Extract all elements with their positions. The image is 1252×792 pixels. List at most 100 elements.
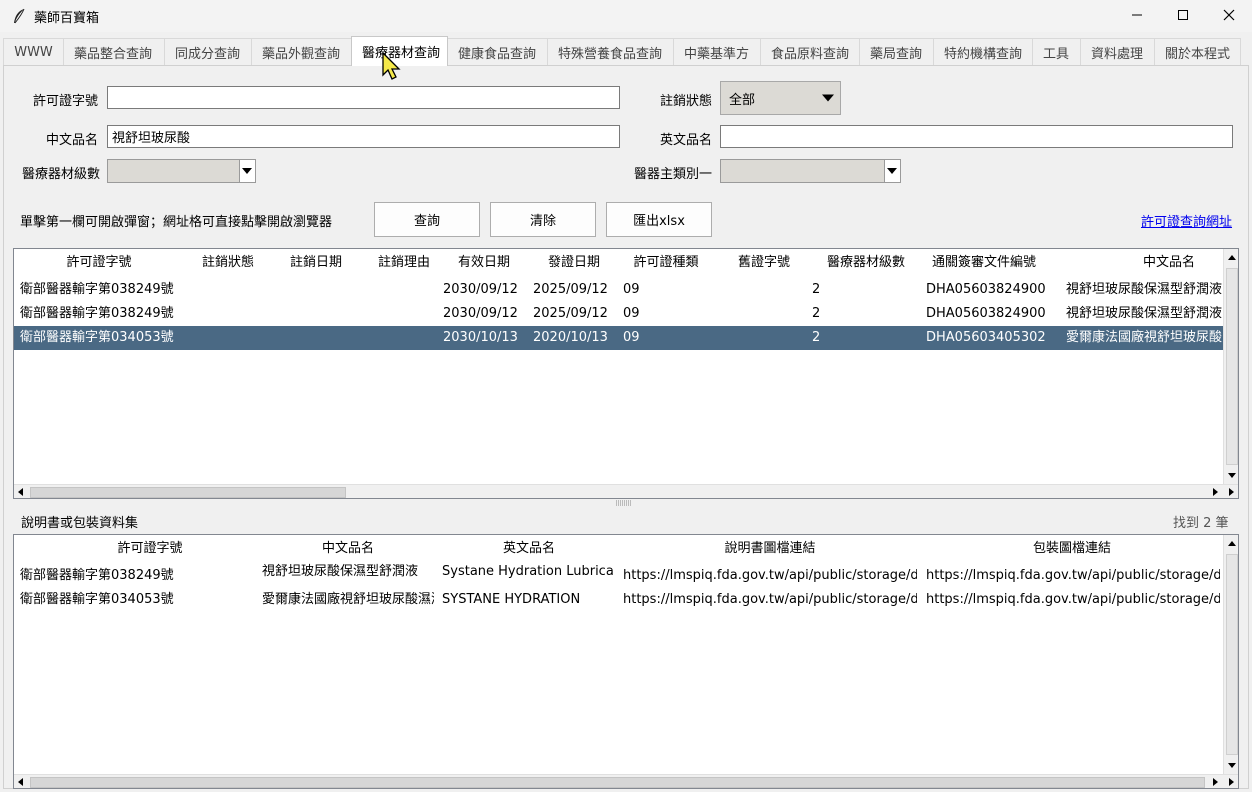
column-header[interactable]: 說明書圖檔連結 [620, 535, 920, 563]
class-select[interactable] [107, 159, 256, 183]
title-bar: 藥師百寶箱 [0, 0, 1252, 32]
docs-table: 許可證字號 中文品名 英文品名 說明書圖檔連結 包裝圖檔連結 衛部醫器輸字第03… [13, 534, 1239, 789]
table-cell: 2030/09/12 [443, 282, 518, 297]
docs-header: 許可證字號 中文品名 英文品名 說明書圖檔連結 包裝圖檔連結 [14, 535, 1224, 563]
scroll-thumb[interactable] [1226, 554, 1238, 755]
table-row[interactable]: 衛部醫器輸字第034053號 愛爾康法國廠視舒坦玻尿酸濕潤 SYSTANE HY… [14, 588, 1224, 612]
docs-vertical-scrollbar[interactable] [1223, 535, 1238, 774]
column-header[interactable]: 通關簽審文件編號 [924, 249, 1044, 277]
tab-tools[interactable]: 工具 [1032, 38, 1081, 66]
table-cell: 2 [812, 282, 821, 297]
tab-same-ingredient[interactable]: 同成分查詢 [164, 38, 252, 66]
column-header[interactable]: 發證日期 [530, 249, 618, 277]
chevron-down-icon [887, 168, 897, 174]
scroll-right-icon[interactable] [1207, 775, 1222, 788]
column-header[interactable]: 註銷日期 [272, 249, 360, 277]
manual-link-cell[interactable]: https://lmspiq.fda.gov.tw/api/public/sto… [623, 588, 917, 612]
table-cell: 2030/09/12 [443, 306, 518, 321]
minimize-button[interactable] [1114, 0, 1160, 30]
tab-chinese-medicine[interactable]: 中藥基準方 [673, 38, 761, 66]
table-cell: 2025/09/12 [533, 282, 608, 297]
scroll-down-icon[interactable] [1224, 757, 1238, 774]
ename-input[interactable] [720, 125, 1233, 148]
package-link-cell[interactable]: https://lmspiq.fda.gov.tw/api/public/sto… [926, 564, 1220, 588]
scroll-thumb[interactable] [30, 777, 1205, 788]
tab-data-processing[interactable]: 資料處理 [1080, 38, 1155, 66]
column-header[interactable]: 英文品名 [442, 535, 616, 563]
scroll-thumb[interactable] [30, 487, 346, 498]
close-icon [1223, 9, 1235, 21]
table-row-selected[interactable]: 衛部醫器輸字第034053號 2030/10/13 2020/10/13 09 … [14, 326, 1224, 350]
tab-health-food[interactable]: 健康食品查詢 [447, 38, 548, 66]
scroll-left-icon[interactable] [14, 485, 29, 498]
license-input[interactable] [107, 86, 620, 109]
table-cell[interactable]: 衛部醫器輸字第034053號 [20, 326, 180, 350]
scroll-up-icon[interactable] [1224, 249, 1238, 266]
table-cell: 視舒坦玻尿酸保濕型舒潤液 [1066, 282, 1223, 297]
scroll-right-icon[interactable] [1223, 775, 1238, 788]
minimize-icon [1132, 14, 1142, 16]
tab-drug-appearance[interactable]: 藥品外觀查詢 [251, 38, 352, 66]
results-table: 許可證字號 註銷狀態 註銷日期 註銷理由 有效日期 發證日期 許可證種類 舊證字… [13, 248, 1239, 499]
table-cell: 2025/09/12 [533, 306, 608, 321]
export-xlsx-button[interactable]: 匯出xlsx [606, 202, 712, 237]
results-vertical-scrollbar[interactable] [1223, 249, 1238, 484]
category-select[interactable] [720, 159, 901, 183]
results-horizontal-scrollbar[interactable] [14, 484, 1238, 498]
column-header[interactable]: 有效日期 [444, 249, 524, 277]
column-header[interactable]: 許可證字號 [14, 535, 286, 563]
tab-pharmacy[interactable]: 藥局查詢 [859, 38, 934, 66]
scroll-right-icon[interactable] [1223, 485, 1238, 498]
column-header[interactable]: 包裝圖檔連結 [922, 535, 1222, 563]
scroll-down-icon[interactable] [1224, 467, 1238, 484]
table-cell: DHA05603824900 [926, 282, 1046, 297]
maximize-button[interactable] [1160, 0, 1206, 30]
table-cell[interactable]: 衛部醫器輸字第038249號 [20, 278, 180, 302]
scroll-thumb[interactable] [1226, 268, 1238, 465]
docs-horizontal-scrollbar[interactable] [14, 774, 1238, 788]
column-header[interactable]: 中文品名 [259, 535, 437, 563]
column-header[interactable]: 許可證種類 [622, 249, 710, 277]
cname-input[interactable] [107, 125, 620, 148]
table-cell: Systane Hydration Lubricant [442, 564, 614, 579]
table-cell[interactable]: 衛部醫器輸字第038249號 [20, 302, 180, 326]
scroll-left-icon[interactable] [14, 775, 29, 788]
tab-drug-integrated[interactable]: 藥品整合查詢 [63, 38, 165, 66]
table-cell: 愛爾康法國廠視舒坦玻尿酸 [1066, 330, 1223, 345]
tab-contracted-institution[interactable]: 特約機構查詢 [933, 38, 1033, 66]
query-button[interactable]: 查詢 [374, 202, 480, 237]
scroll-right-icon[interactable] [1207, 485, 1222, 498]
tab-special-nutrition[interactable]: 特殊營養食品查詢 [547, 38, 674, 66]
tab-www[interactable]: WWW [3, 38, 64, 66]
column-header[interactable]: 許可證字號 [14, 249, 184, 277]
pane-sash[interactable] [600, 500, 650, 506]
column-header[interactable]: 中文品名 [1084, 249, 1238, 277]
status-select[interactable]: 全部 [720, 81, 841, 115]
table-cell[interactable]: 衛部醫器輸字第034053號 [20, 588, 180, 612]
table-cell: DHA05603405302 [926, 330, 1046, 345]
clear-button[interactable]: 清除 [490, 202, 596, 237]
column-header[interactable]: 註銷狀態 [184, 249, 272, 277]
column-header[interactable]: 註銷理由 [360, 249, 448, 277]
table-row[interactable]: 衛部醫器輸字第038249號 2030/09/12 2025/09/12 09 … [14, 278, 1224, 302]
table-row[interactable]: 衛部醫器輸字第038249號 視舒坦玻尿酸保濕型舒潤液 Systane Hydr… [14, 564, 1224, 588]
scroll-up-icon[interactable] [1224, 535, 1238, 552]
column-header[interactable]: 醫療器材級數 [816, 249, 916, 277]
window-title: 藥師百寶箱 [34, 10, 100, 26]
table-row[interactable]: 衛部醫器輸字第038249號 2030/09/12 2025/09/12 09 … [14, 302, 1224, 326]
cursor-icon [382, 51, 401, 80]
table-cell[interactable]: 衛部醫器輸字第038249號 [20, 564, 180, 588]
tab-about[interactable]: 關於本程式 [1154, 38, 1241, 66]
license-label: 許可證字號 [32, 94, 98, 109]
results-header: 許可證字號 註銷狀態 註銷日期 註銷理由 有效日期 發證日期 許可證種類 舊證字… [14, 249, 1224, 277]
cname-label: 中文品名 [45, 133, 98, 148]
column-header[interactable]: 舊證字號 [720, 249, 808, 277]
table-cell: SYSTANE HYDRATION [442, 592, 581, 607]
tab-food-ingredient[interactable]: 食品原料查詢 [760, 38, 860, 66]
close-button[interactable] [1206, 0, 1252, 30]
class-label: 醫療器材級數 [21, 167, 100, 182]
status-value: 全部 [729, 93, 756, 108]
license-query-link[interactable]: 許可證查詢網址 [1141, 211, 1232, 230]
manual-link-cell[interactable]: https://lmspiq.fda.gov.tw/api/public/sto… [623, 564, 917, 588]
package-link-cell[interactable]: https://lmspiq.fda.gov.tw/api/public/sto… [926, 588, 1220, 612]
